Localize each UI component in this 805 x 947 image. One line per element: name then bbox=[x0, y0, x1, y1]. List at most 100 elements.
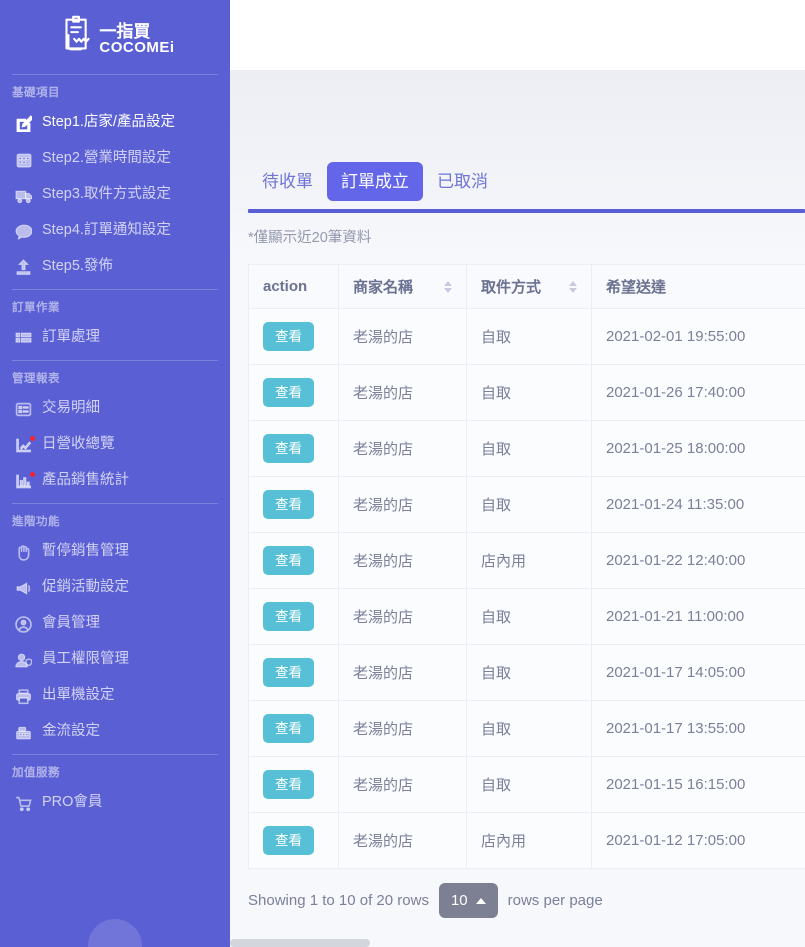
sidebar-item-3-4[interactable]: 出單機設定 bbox=[0, 678, 230, 714]
sidebar-item-label: 日營收總覽 bbox=[42, 436, 115, 453]
sidebar-item-label: 訂單處理 bbox=[42, 329, 100, 346]
horizontal-scrollbar[interactable] bbox=[230, 939, 370, 947]
cell-action: 查看 bbox=[248, 364, 339, 421]
cell-action: 查看 bbox=[248, 756, 339, 813]
sidebar-section-title: 基礎項目 bbox=[12, 87, 60, 99]
column-header-2[interactable]: 取件方式 bbox=[466, 264, 592, 309]
view-button[interactable]: 查看 bbox=[263, 545, 314, 576]
column-header-label: 希望送達 bbox=[606, 279, 667, 296]
app-root: 一指買 COCOMEi 基礎項目 Step1.店家/產品設定 Step2.營業時間設… bbox=[0, 0, 805, 947]
sort-arrows-icon[interactable] bbox=[569, 280, 577, 293]
sidebar: 一指買 COCOMEi 基礎項目 Step1.店家/產品設定 Step2.營業時間設… bbox=[0, 0, 230, 947]
sidebar-item-3-3[interactable]: 員工權限管理 bbox=[0, 642, 230, 678]
sidebar-item-label: Step2.營業時間設定 bbox=[42, 150, 171, 167]
sidebar-item-0-0[interactable]: Step1.店家/產品設定 bbox=[0, 105, 230, 141]
sidebar-item-label: 員工權限管理 bbox=[42, 651, 129, 668]
table-row: 查看 老湯的店 自取 2021-01-24 11:35:00 bbox=[248, 476, 805, 533]
sidebar-item-0-3[interactable]: Step4.訂單通知設定 bbox=[0, 213, 230, 249]
cell-shop-name: 老湯的店 bbox=[338, 812, 467, 869]
cell-desired-time: 2021-01-17 13:55:00 bbox=[591, 700, 805, 757]
cell-action: 查看 bbox=[248, 476, 339, 533]
cell-shop-name: 老湯的店 bbox=[338, 420, 467, 477]
sidebar-item-label: 交易明細 bbox=[42, 400, 100, 417]
tab-1[interactable]: 訂單成立 bbox=[327, 162, 423, 201]
view-button[interactable]: 查看 bbox=[263, 601, 314, 632]
user-shield-icon bbox=[14, 651, 33, 670]
orders-table-wrap: action 商家名稱 取件方式 希望送達 查看 老湯的店 自取 2021-02-01 19… bbox=[248, 264, 805, 869]
cell-desired-time: 2021-01-17 14:05:00 bbox=[591, 644, 805, 701]
cell-pickup-method: 自取 bbox=[466, 588, 592, 645]
user-circle-icon bbox=[14, 615, 33, 634]
sidebar-section-title: 進階功能 bbox=[12, 516, 60, 528]
table-body: 查看 老湯的店 自取 2021-02-01 19:55:00 查看 老湯的店 自取 2021-… bbox=[248, 308, 805, 869]
column-header-3[interactable]: 希望送達 bbox=[591, 264, 805, 309]
rows-per-page-select[interactable]: 10 bbox=[438, 883, 498, 918]
table-header-row: action 商家名稱 取件方式 希望送達 bbox=[248, 264, 805, 309]
sidebar-item-3-5[interactable]: 金流設定 bbox=[0, 714, 230, 750]
table-footer: Showing 1 to 10 of 20 rows 10 rows per p… bbox=[230, 869, 805, 918]
view-button[interactable]: 查看 bbox=[263, 433, 314, 464]
cell-shop-name: 老湯的店 bbox=[338, 588, 467, 645]
view-button[interactable]: 查看 bbox=[263, 377, 314, 408]
sidebar-item-label: 產品銷售統計 bbox=[42, 472, 129, 489]
sort-arrows-icon[interactable] bbox=[444, 280, 452, 293]
cell-shop-name: 老湯的店 bbox=[338, 308, 467, 365]
table-note: *僅顯示近20筆資料 bbox=[248, 230, 372, 246]
cell-shop-name: 老湯的店 bbox=[338, 756, 467, 813]
tab-2[interactable]: 已取消 bbox=[423, 162, 502, 201]
cell-pickup-method: 自取 bbox=[466, 308, 592, 365]
cell-desired-time: 2021-01-25 18:00:00 bbox=[591, 420, 805, 477]
sidebar-item-0-4[interactable]: Step5.發佈 bbox=[0, 249, 230, 285]
cash-register-icon bbox=[14, 723, 33, 742]
sidebar-nav: 基礎項目 Step1.店家/產品設定 Step2.營業時間設定 Step3.取件方式設… bbox=[0, 70, 230, 947]
view-button[interactable]: 查看 bbox=[263, 489, 314, 520]
table-row: 查看 老湯的店 自取 2021-01-21 11:00:00 bbox=[248, 588, 805, 645]
grid-list-icon bbox=[14, 329, 33, 348]
column-header-label: 商家名稱 bbox=[353, 279, 414, 296]
rows-per-page-label: rows per page bbox=[507, 892, 603, 909]
cell-desired-time: 2021-01-12 17:05:00 bbox=[591, 812, 805, 869]
sidebar-item-2-1[interactable]: 日營收總覽 bbox=[0, 427, 230, 463]
rows-per-page-value: 10 bbox=[450, 892, 468, 909]
line-chart-icon bbox=[14, 435, 35, 455]
main-area: 待收單 訂單成立 已取消 *僅顯示近20筆資料 action 商家名稱 取件方式 希望送達… bbox=[230, 0, 805, 947]
view-button[interactable]: 查看 bbox=[263, 657, 314, 688]
cell-shop-name: 老湯的店 bbox=[338, 532, 467, 589]
sidebar-item-label: 促銷活動設定 bbox=[42, 579, 129, 596]
showing-rows-text: Showing 1 to 10 of 20 rows bbox=[248, 892, 429, 909]
sidebar-item-label: 暫停銷售管理 bbox=[42, 543, 129, 560]
top-bar bbox=[230, 0, 805, 70]
column-header-1[interactable]: 商家名稱 bbox=[338, 264, 467, 309]
orders-table: action 商家名稱 取件方式 希望送達 查看 老湯的店 自取 2021-02-01 19… bbox=[248, 264, 805, 869]
view-button[interactable]: 查看 bbox=[263, 321, 314, 352]
sidebar-item-3-2[interactable]: 會員管理 bbox=[0, 606, 230, 642]
sidebar-item-label: Step1.店家/產品設定 bbox=[42, 114, 175, 131]
column-header-label: action bbox=[263, 278, 308, 295]
view-button[interactable]: 查看 bbox=[263, 769, 314, 800]
edit-square-icon bbox=[14, 114, 33, 133]
sidebar-item-3-1[interactable]: 促銷活動設定 bbox=[0, 570, 230, 606]
sidebar-section-title: 訂單作業 bbox=[12, 302, 60, 314]
sidebar-item-0-1[interactable]: Step2.營業時間設定 bbox=[0, 141, 230, 177]
sidebar-item-0-2[interactable]: Step3.取件方式設定 bbox=[0, 177, 230, 213]
cell-desired-time: 2021-02-01 19:55:00 bbox=[591, 308, 805, 365]
view-button[interactable]: 查看 bbox=[263, 713, 314, 744]
sidebar-item-3-0[interactable]: 暫停銷售管理 bbox=[0, 534, 230, 570]
brand-logo[interactable]: 一指買 COCOMEi bbox=[0, 0, 230, 70]
cell-action: 查看 bbox=[248, 532, 339, 589]
table-row: 查看 老湯的店 自取 2021-01-17 14:05:00 bbox=[248, 644, 805, 701]
view-button[interactable]: 查看 bbox=[263, 825, 314, 856]
sidebar-item-label: Step3.取件方式設定 bbox=[42, 186, 171, 203]
brand-name-en: COCOMEi bbox=[99, 39, 175, 56]
column-header-0: action bbox=[248, 264, 339, 309]
cell-shop-name: 老湯的店 bbox=[338, 644, 467, 701]
sidebar-item-1-0[interactable]: 訂單處理 bbox=[0, 320, 230, 356]
sidebar-item-2-2[interactable]: 產品銷售統計 bbox=[0, 463, 230, 499]
tab-0[interactable]: 待收單 bbox=[248, 162, 327, 201]
hand-stop-icon bbox=[14, 543, 33, 562]
order-status-tabs: 待收單 訂單成立 已取消 bbox=[230, 70, 805, 201]
cell-action: 查看 bbox=[248, 308, 339, 365]
upload-icon bbox=[14, 258, 33, 277]
sidebar-item-2-0[interactable]: 交易明細 bbox=[0, 391, 230, 427]
sidebar-item-4-0[interactable]: PRO會員 bbox=[0, 785, 230, 821]
